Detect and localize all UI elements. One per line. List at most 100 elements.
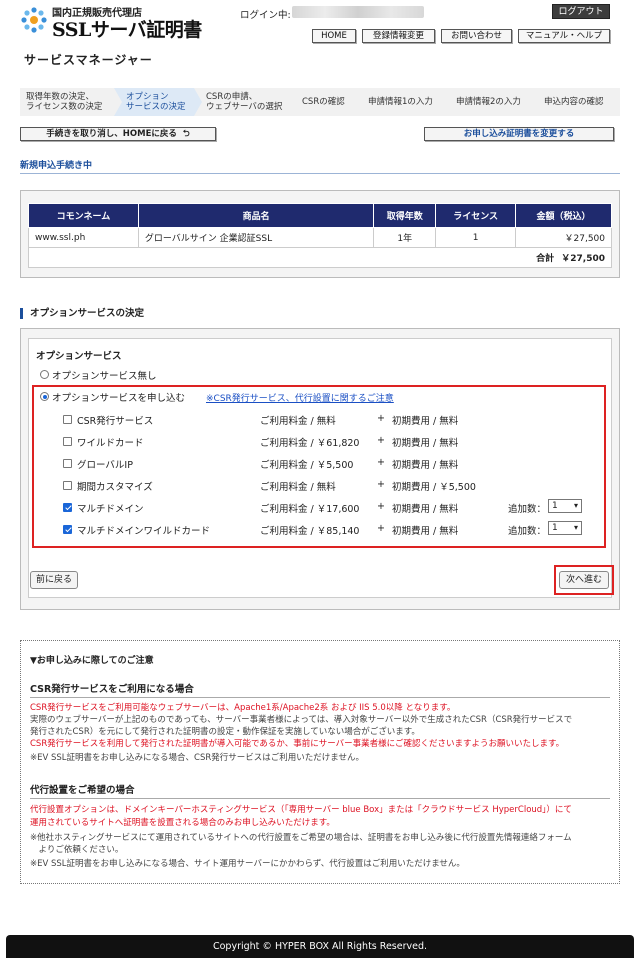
csr-note-line: 発行されたCSR）を元にして発行された証明書の設定・動作保証を実施していない場合… [30, 727, 420, 737]
option-notice-link[interactable]: ※CSR発行サービス、代行設置に関するご注意 [206, 391, 394, 404]
qty-value: 1 [552, 501, 558, 511]
total-cell: 合計 ￥27,500 [28, 247, 612, 268]
option-init-global-ip: 初期費用 / 無料 [392, 460, 459, 471]
install-note-line: ※他社ホスティングサービスにて運用されているサイトへの代行設置をご希望の場合は、… [30, 833, 572, 843]
plus-sign: + [377, 479, 385, 490]
step-7-label: 申込内容の確認 [544, 97, 604, 107]
option-heading: オプションサービス [36, 351, 122, 362]
csr-note-line: ※EV SSL証明書をお申し込みになる場合、CSR発行サービスはご利用いただけま… [30, 753, 365, 763]
checkbox-global-ip[interactable] [63, 459, 72, 468]
cancel-home-label: 手続きを取り消し、HOMEに戻る [46, 129, 177, 139]
checkbox-multi-domain[interactable] [63, 503, 72, 512]
step-4: CSRの確認 [290, 88, 364, 116]
option-fee-period: ご利用料金 / 無料 [260, 482, 336, 493]
col-price: 金額（税込） [515, 203, 612, 228]
cancel-home-button[interactable]: 手続きを取り消し、HOMEに戻る ⮌ [20, 127, 216, 141]
radio-no-option-label[interactable]: オプションサービス無し [52, 368, 157, 382]
plus-sign: + [377, 501, 385, 512]
option-init-csr: 初期費用 / 無料 [392, 416, 459, 427]
option-name-wildcard: ワイルドカード [77, 438, 144, 449]
option-fee-csr: ご利用料金 / 無料 [260, 416, 336, 427]
option-fee-global-ip: ご利用料金 / ￥5,500 [260, 460, 354, 471]
step-3-line2: ウェブサーバの選択 [206, 102, 283, 112]
nav-contact-button[interactable]: お問い合わせ [441, 29, 512, 43]
logout-button[interactable]: ログアウト [552, 4, 610, 19]
option-section-title: オプションサービスの決定 [20, 308, 144, 319]
radio-apply-option[interactable] [40, 392, 49, 401]
divider [30, 697, 610, 698]
logo-icon [21, 7, 47, 33]
plus-sign: + [377, 435, 385, 446]
option-fee-multi-wildcard: ご利用料金 / ￥85,140 [260, 526, 360, 537]
divider [30, 798, 610, 799]
plus-sign: + [377, 457, 385, 468]
step-3-line1: CSRの申請、 [206, 92, 258, 102]
login-user-redacted [292, 6, 424, 18]
radio-no-option[interactable] [40, 370, 49, 379]
page-subtitle: サービスマネージャー [24, 53, 153, 67]
qty-value: 1 [552, 523, 558, 533]
table-row: www.ssl.ph グローバルサイン 企業認証SSL 1年 1 ￥27,500 [28, 227, 612, 248]
option-name-global-ip: グローバルIP [77, 460, 133, 471]
step-6: 申請情報2の入力 [444, 88, 540, 116]
step-6-label: 申請情報2の入力 [456, 97, 521, 107]
nav-home-button[interactable]: HOME [312, 29, 356, 43]
return-icon: ⮌ [182, 129, 190, 139]
cell-common-name: www.ssl.ph [28, 227, 139, 248]
qty-select-multi-domain[interactable]: 1 ▾ [548, 499, 582, 513]
install-note-line: 運用されているサイトへ証明書を設置される場合のみお申し込みいただけます。 [30, 818, 335, 828]
notes-title: ▼お申し込みに際してのご注意 [30, 656, 154, 666]
nav-profile-button[interactable]: 登録情報変更 [362, 29, 435, 43]
checkbox-multi-domain-wildcard[interactable] [63, 525, 72, 534]
option-init-multi-domain: 初期費用 / 無料 [392, 504, 459, 515]
nav-manual-button[interactable]: マニュアル・ヘルプ [518, 29, 610, 43]
total-label: 合計 [536, 254, 555, 264]
step-2-line1: オプション [126, 92, 169, 102]
chevron-down-icon: ▾ [573, 501, 578, 510]
footer-copyright: Copyright © HYPER BOX All Rights Reserve… [6, 935, 634, 958]
total-row: 合計 ￥27,500 [28, 247, 612, 268]
checkbox-wildcard[interactable] [63, 437, 72, 446]
login-label: ログイン中: [240, 10, 291, 21]
qty-label: 追加数： [508, 526, 547, 537]
option-init-multi-wildcard: 初期費用 / 無料 [392, 526, 459, 537]
step-3: CSRの申請、 ウェブサーバの選択 [194, 88, 298, 116]
option-init-period: 初期費用 / ￥5,500 [392, 482, 476, 493]
step-2-line2: サービスの決定 [126, 102, 186, 112]
option-init-wildcard: 初期費用 / 無料 [392, 438, 459, 449]
logo-title: SSLサーバ証明書 [52, 19, 202, 41]
step-1-line2: ライセンス数の決定 [26, 102, 103, 112]
option-name-multi-domain: マルチドメイン [77, 504, 144, 515]
csr-note-line: 実際のウェブサーバーが上記のものであっても、サーバー事業者様によっては、導入対象… [30, 715, 573, 725]
cell-product: グローバルサイン 企業認証SSL [137, 227, 375, 248]
csr-note-line: CSR発行サービスをご利用可能なウェブサーバーは、Apache1系/Apache… [30, 703, 456, 713]
step-2-current: オプション サービスの決定 [114, 88, 202, 116]
step-4-label: CSRの確認 [302, 97, 345, 107]
csr-note-line: CSR発行サービスを利用して発行された証明書が導入可能であるか、事前にサーバー事… [30, 739, 565, 749]
step-1-line1: 取得年数の決定、 [26, 92, 95, 102]
next-button[interactable]: 次へ進む [559, 571, 609, 589]
step-progress: 取得年数の決定、 ライセンス数の決定 オプション サービスの決定 CSRの申請、 ウェ… [20, 88, 620, 116]
back-button[interactable]: 前に戻る [30, 571, 78, 589]
install-note-line: 代行設置オプションは、ドメインキーパーホスティングサービス（「専用サーバー bl… [30, 805, 572, 815]
col-license: ライセンス [435, 203, 517, 228]
radio-apply-option-label[interactable]: オプションサービスを申し込む [52, 390, 185, 404]
plus-sign: + [377, 523, 385, 534]
col-product: 商品名 [137, 203, 375, 228]
step-7: 申込内容の確認 [532, 88, 620, 116]
change-certificate-button[interactable]: お申し込み証明書を変更する [424, 127, 614, 141]
cell-years: 1年 [373, 227, 437, 248]
total-value: ￥27,500 [561, 254, 605, 264]
step-5-label: 申請情報1の入力 [368, 97, 433, 107]
checkbox-csr-service[interactable] [63, 415, 72, 424]
step-5: 申請情報1の入力 [356, 88, 452, 116]
qty-label: 追加数： [508, 504, 547, 515]
status-text: 新規申込手続き中 [20, 161, 93, 171]
col-common-name: コモンネーム [28, 203, 139, 228]
checkbox-period-custom[interactable] [63, 481, 72, 490]
qty-select-multi-wildcard[interactable]: 1 ▾ [548, 521, 582, 535]
cell-price: ￥27,500 [515, 227, 612, 248]
step-1: 取得年数の決定、 ライセンス数の決定 [20, 88, 122, 116]
install-note-line: よりご依頼ください。 [30, 845, 124, 855]
order-table-header: コモンネーム 商品名 取得年数 ライセンス 金額（税込） [28, 203, 612, 228]
